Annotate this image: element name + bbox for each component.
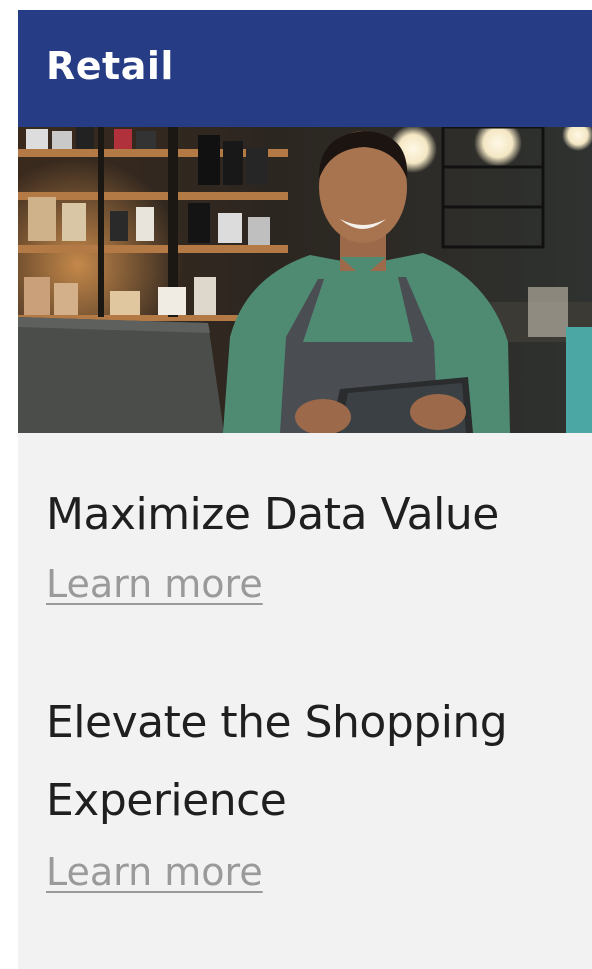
learn-more-link-2[interactable]: Learn more [46, 850, 263, 894]
item-title-maximize-data-value: Maximize Data Value [46, 489, 499, 540]
shopkeeper-with-tablet-image [18, 127, 592, 433]
learn-more-link-1[interactable]: Learn more [46, 562, 263, 606]
card-title: Retail [46, 44, 174, 88]
card-header: Retail [18, 10, 592, 127]
item-title-elevate-shopping-experience: Elevate the Shopping Experience [46, 697, 508, 826]
retail-card: Retail Maximize Data Value Learn more El… [18, 10, 592, 969]
